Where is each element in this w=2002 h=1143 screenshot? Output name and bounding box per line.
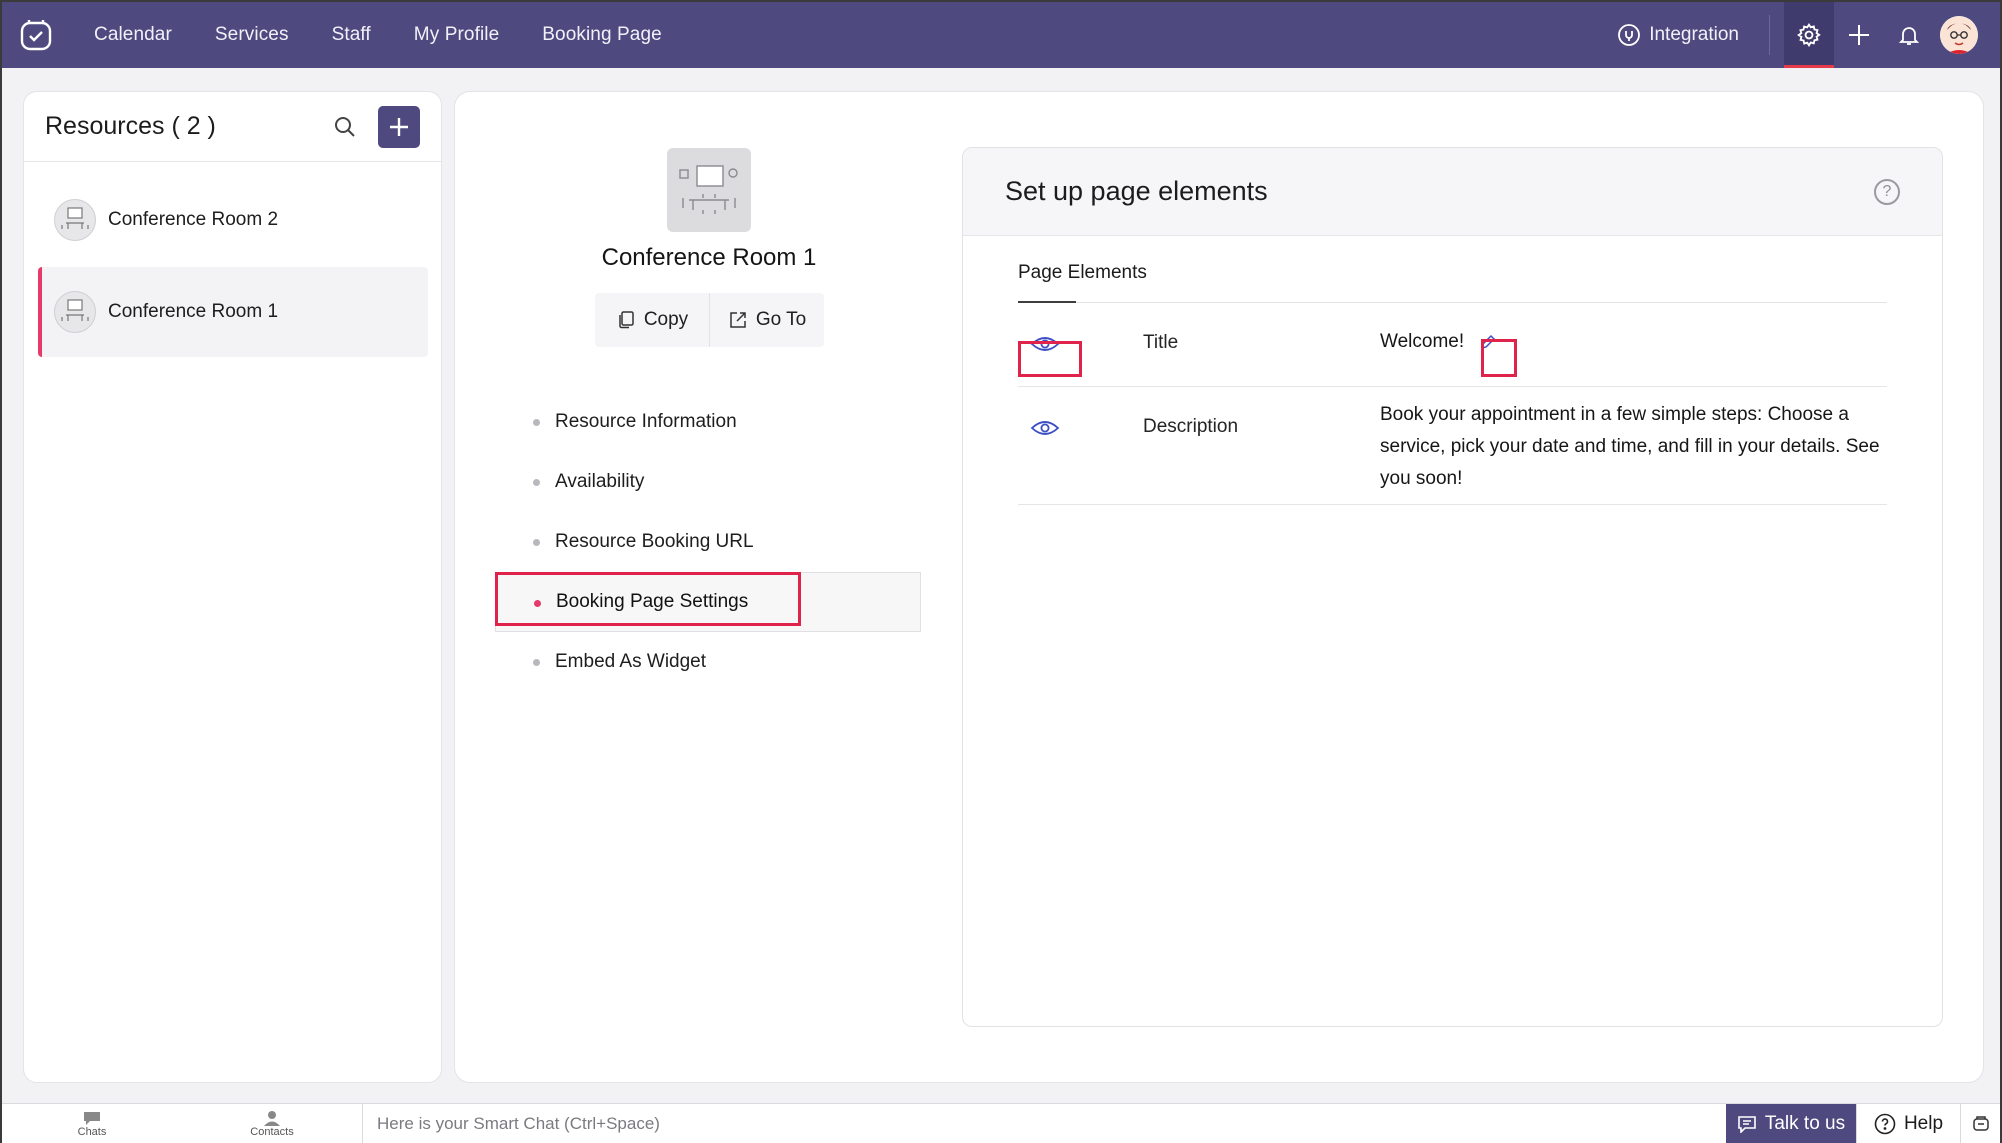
contacts-label: Contacts (250, 1125, 294, 1138)
room-image (667, 148, 751, 232)
resource-detail-panel: Conference Room 1 Copy Go To Resource In… (454, 91, 1984, 1083)
page-element-row-description: Description Book your appointment in a f… (1018, 387, 1887, 505)
resources-panel: Resources ( 2 ) Conference Room 2 Confer… (23, 91, 442, 1083)
room-thumbnail (54, 291, 96, 333)
element-label: Title (1143, 332, 1179, 353)
menu-label: Embed As Widget (555, 651, 707, 672)
nav-booking-page[interactable]: Booking Page (542, 24, 662, 46)
edit-title-button[interactable] (1479, 333, 1497, 351)
bullet-dot (533, 479, 540, 486)
bullet-dot (534, 600, 541, 607)
resource-title: Conference Room 1 (601, 244, 817, 271)
top-navigation-bar: Calendar Services Staff My Profile Booki… (2, 2, 2000, 68)
talk-to-us-label: Talk to us (1764, 1112, 1846, 1134)
go-to-label: Go To (755, 309, 807, 330)
support-icon (1972, 1115, 1989, 1131)
smart-chat-input[interactable]: Here is your Smart Chat (Ctrl+Space) (362, 1104, 1726, 1143)
settings-button[interactable] (1784, 2, 1834, 68)
tab-bar: Page Elements (1018, 236, 1887, 303)
resource-name: Conference Room 1 (108, 301, 279, 322)
copy-button[interactable]: Copy (595, 293, 709, 347)
notifications-button[interactable] (1884, 2, 1934, 68)
menu-booking-page-settings[interactable]: Booking Page Settings (495, 572, 921, 632)
nav-my-profile[interactable]: My Profile (414, 24, 499, 46)
support-button[interactable] (1960, 1104, 2000, 1143)
resource-item-conference-room-2[interactable]: Conference Room 2 (38, 175, 428, 265)
menu-resource-information[interactable]: Resource Information (495, 392, 965, 452)
menu-resource-booking-url[interactable]: Resource Booking URL (495, 512, 965, 572)
help-button[interactable]: Help (1856, 1104, 1960, 1143)
contact-icon (264, 1110, 280, 1126)
resource-settings-menu: Resource Information Availability Resour… (495, 392, 965, 692)
resource-item-conference-room-1[interactable]: Conference Room 1 (38, 267, 428, 357)
bottom-bar: Chats Contacts Here is your Smart Chat (… (2, 1103, 2000, 1143)
bell-icon (1898, 27, 1920, 45)
pencil-icon (1481, 334, 1496, 350)
gear-icon (1797, 23, 1821, 47)
card-title: Set up page elements (1005, 176, 1268, 206)
page-element-row-title: Title Welcome! (1018, 312, 1887, 387)
talk-to-us-button[interactable]: Talk to us (1726, 1104, 1856, 1143)
plus-icon (390, 117, 408, 136)
resource-actions: Copy Go To (595, 293, 824, 347)
integration-label: Integration (1649, 24, 1739, 45)
help-label: Help (1903, 1112, 1944, 1134)
bullet-dot (533, 419, 540, 426)
question-circle-icon (1874, 1113, 1896, 1134)
resources-title: Resources ( 2 ) (45, 112, 216, 140)
go-to-button[interactable]: Go To (709, 293, 824, 347)
contacts-button[interactable]: Contacts (182, 1104, 362, 1143)
eye-icon (1030, 421, 1060, 435)
menu-label: Resource Booking URL (555, 531, 754, 552)
integration-link[interactable]: Integration (1617, 15, 1770, 55)
search-button[interactable] (330, 112, 360, 142)
bullet-dot (533, 539, 540, 546)
menu-availability[interactable]: Availability (495, 452, 965, 512)
nav-services[interactable]: Services (215, 24, 289, 46)
room-thumbnail (54, 199, 96, 241)
copy-label: Copy (643, 309, 689, 330)
menu-label: Resource Information (555, 411, 737, 432)
tab-page-elements[interactable]: Page Elements (1018, 262, 1147, 303)
element-label: Description (1143, 416, 1239, 437)
message-icon (1738, 1115, 1756, 1133)
visibility-toggle-description[interactable] (1018, 418, 1072, 438)
nav-calendar[interactable]: Calendar (94, 24, 172, 46)
copy-icon (619, 311, 634, 329)
resource-name: Conference Room 2 (108, 209, 279, 230)
external-link-icon (730, 312, 746, 328)
menu-label: Booking Page Settings (556, 591, 749, 612)
integration-icon (1618, 24, 1641, 46)
bullet-dot (533, 659, 540, 666)
add-resource-button[interactable] (378, 105, 420, 148)
menu-label: Availability (555, 471, 645, 492)
element-value: Welcome! (1380, 326, 1880, 358)
eye-icon (1030, 337, 1060, 351)
chats-label: Chats (77, 1125, 107, 1138)
menu-embed-as-widget[interactable]: Embed As Widget (495, 632, 965, 692)
user-avatar[interactable] (1940, 16, 1978, 54)
plus-icon (1849, 25, 1869, 45)
title-value: Welcome! (1380, 331, 1465, 352)
visibility-toggle-title[interactable] (1018, 334, 1072, 354)
description-value: Book your appointment in a few simple st… (1380, 404, 1880, 489)
app-logo-icon[interactable] (16, 15, 56, 55)
nav-staff[interactable]: Staff (332, 24, 371, 46)
search-icon (335, 116, 355, 137)
chat-bubble-icon (84, 1111, 100, 1125)
add-new-button[interactable] (1834, 2, 1884, 68)
page-elements-card: Set up page elements ? Page Elements Tit… (962, 147, 1943, 1027)
chats-button[interactable]: Chats (2, 1104, 182, 1143)
help-icon[interactable]: ? (1874, 178, 1900, 205)
